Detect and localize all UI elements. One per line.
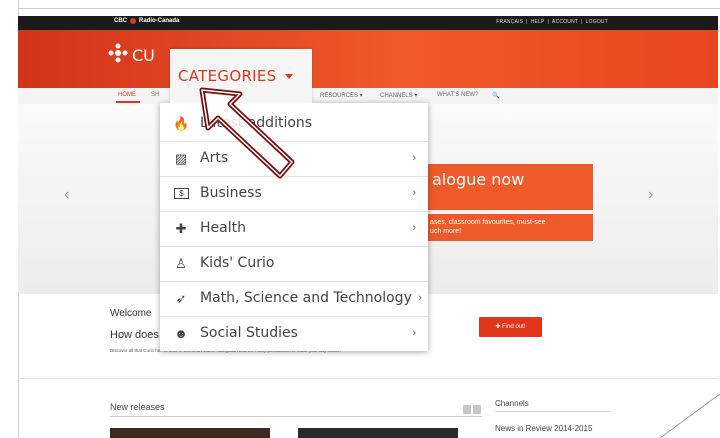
account-link[interactable]: ACCOUNT (552, 19, 578, 25)
welcome-title: Welcome (110, 308, 152, 319)
promo-banner[interactable]: alogue now (428, 164, 593, 210)
slider-next-arrow-icon[interactable]: › (648, 186, 653, 204)
promo-subtitle: ases, classroom favourites, must-see uch … (430, 218, 546, 236)
section-divider (18, 378, 718, 379)
child-icon: ♙ (175, 256, 187, 271)
cbc-logo[interactable]: CBC Radio-Canada (114, 18, 179, 24)
medkit-icon: ✚ (175, 221, 187, 236)
category-item-health[interactable]: ✚ Health › (160, 211, 428, 247)
cbc-gem-logo-icon[interactable] (108, 43, 128, 63)
radio-canada-text: Radio-Canada (139, 18, 180, 24)
picture-icon: ▨ (174, 151, 188, 166)
help-link[interactable]: HELP (531, 19, 545, 25)
slider-prev-arrow-icon[interactable]: ‹ (64, 186, 69, 204)
nav-whats-new[interactable]: WHAT'S NEW? (437, 92, 478, 98)
channels-divider (495, 411, 610, 412)
promo-title: alogue now (432, 170, 525, 189)
category-label: Social Studies (200, 325, 298, 341)
rocket-icon: ➶ (175, 291, 187, 306)
cbc-gem-icon (130, 18, 136, 24)
carousel-next-button[interactable] (473, 405, 481, 414)
carousel-prev-button[interactable] (463, 405, 471, 414)
logout-link[interactable]: LOGOUT (586, 19, 608, 25)
find-out-label: Find out! (502, 324, 526, 330)
promo-subtitle-line-1: ases, classroom favourites, must-see (430, 219, 546, 226)
category-item-math-science-technology[interactable]: ➶ Math, Science and Technology › (160, 281, 428, 317)
promo-subtitle-line-2: uch more! (430, 228, 462, 235)
flame-icon: 🔥 (173, 116, 190, 131)
release-thumbnail-2[interactable] (298, 428, 458, 438)
new-releases-divider (110, 416, 482, 417)
categories-label[interactable]: CATEGORIES (178, 67, 277, 85)
search-icon[interactable]: 🔍 (492, 92, 499, 99)
channel-item-news-in-review[interactable]: News in Review 2014-2015 (495, 424, 592, 433)
promo-subtitle-box[interactable]: ases, classroom favourites, must-see uch … (428, 214, 593, 241)
nav-home[interactable]: HOME (118, 92, 136, 98)
money-icon: $ (174, 188, 189, 199)
chevron-right-icon: › (412, 222, 416, 234)
caret-down-icon (285, 74, 293, 79)
top-links: FRANÇAIS | HELP | ACCOUNT | LOGOUT (496, 19, 608, 25)
nav-home-underline (116, 101, 140, 103)
separator: | (526, 19, 528, 25)
nav-resources[interactable]: RESOURCES ▾ (320, 92, 363, 99)
group-icon: ☻ (174, 326, 188, 341)
category-label: Health (200, 220, 246, 236)
brand-name[interactable]: CU (132, 46, 155, 65)
new-releases-title: New releases (110, 402, 165, 412)
nav-shows[interactable]: SH (151, 92, 159, 98)
chevron-right-icon: › (412, 187, 416, 199)
chevron-right-icon: › (418, 292, 422, 304)
cbc-text: CBC (114, 18, 127, 24)
chevron-right-icon: › (412, 327, 416, 339)
category-label: Math, Science and Technology (200, 290, 412, 306)
find-out-button[interactable]: ✚ Find out! (479, 317, 542, 337)
channels-panel-title: Channels (495, 399, 529, 408)
category-item-social-studies[interactable]: ☻ Social Studies › (160, 316, 428, 351)
lang-link[interactable]: FRANÇAIS (496, 19, 523, 25)
category-item-kids-curio[interactable]: ♙ Kids' Curio (160, 246, 428, 282)
top-bar: CBC Radio-Canada FRANÇAIS | HELP | ACCOU… (18, 16, 718, 30)
category-label: Business (200, 185, 262, 201)
nav-channels[interactable]: CHANNELS ▾ (380, 92, 417, 99)
frame-top (18, 8, 720, 9)
chevron-right-icon: › (412, 152, 416, 164)
how-does-heading: How does (110, 329, 159, 341)
category-label: Kids' Curio (200, 255, 275, 271)
page-curl-line (660, 393, 720, 438)
separator: | (581, 19, 583, 25)
separator: | (547, 19, 550, 25)
release-thumbnail-1[interactable] (110, 428, 270, 438)
pointer-arrow-icon (199, 87, 295, 179)
